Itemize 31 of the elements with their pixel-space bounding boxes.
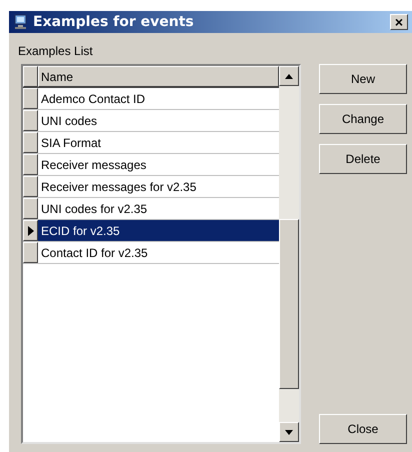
scroll-down-button[interactable] — [279, 422, 299, 442]
list-item[interactable]: UNI codes — [38, 110, 279, 131]
row-indicator[interactable] — [23, 154, 38, 175]
action-button[interactable]: Delete — [319, 144, 407, 174]
scroll-up-button[interactable] — [279, 66, 299, 86]
action-button[interactable]: Change — [319, 104, 407, 134]
row-indicator[interactable] — [23, 132, 38, 153]
list-item[interactable]: Contact ID for v2.35 — [38, 242, 279, 263]
scroll-thumb[interactable] — [279, 219, 299, 389]
list-item[interactable]: ECID for v2.35 — [38, 220, 279, 241]
current-row-icon — [28, 226, 34, 236]
row-indicator[interactable] — [23, 88, 38, 109]
computer-icon — [13, 14, 29, 30]
row-indicator[interactable] — [23, 176, 38, 197]
list-item[interactable]: Receiver messages for v2.35 — [38, 176, 279, 197]
list-item[interactable]: UNI codes for v2.35 — [38, 198, 279, 219]
up-arrow-icon — [285, 74, 293, 78]
down-arrow-icon — [285, 430, 293, 434]
close-button[interactable]: × — [390, 14, 408, 30]
action-button[interactable]: New — [319, 64, 407, 94]
row-indicator[interactable] — [23, 110, 38, 131]
row-indicator[interactable] — [23, 242, 38, 263]
close-dialog-button[interactable]: Close — [319, 414, 407, 444]
window-title: Examples for events — [33, 12, 194, 32]
list-label: Examples List — [18, 43, 93, 60]
row-indicator[interactable] — [23, 220, 38, 241]
list-item[interactable]: Receiver messages — [38, 154, 279, 175]
column-header[interactable]: Name — [38, 66, 279, 87]
list-item[interactable]: SIA Format — [38, 132, 279, 153]
row-indicator[interactable] — [23, 198, 38, 219]
list-item[interactable]: Ademco Contact ID — [38, 88, 279, 109]
